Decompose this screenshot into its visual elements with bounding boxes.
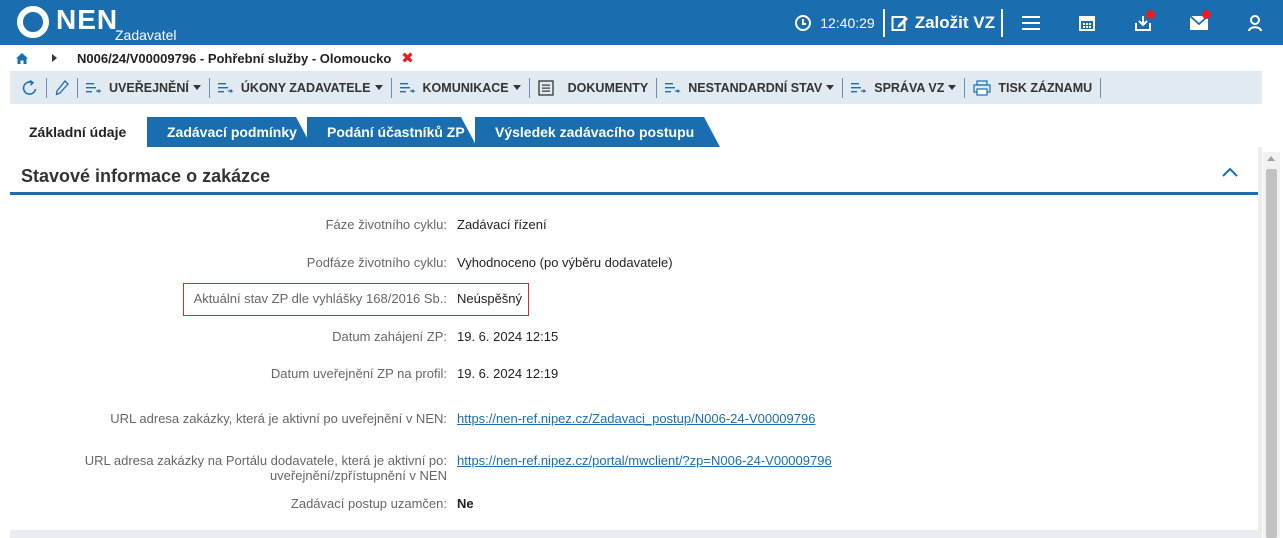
action-toolbar: UVEŘEJNĚNÍ ÚKONY ZADAVATELE KOMUNIKACE D…: [10, 71, 1262, 104]
panel-title: Stavové informace o zakázce: [21, 166, 271, 186]
tab-procedure-result[interactable]: Výsledek zadávacího postupu: [475, 117, 720, 147]
caret-down-icon: [948, 85, 957, 90]
tab-tender-conditions[interactable]: Zadávací podmínky: [147, 117, 312, 147]
toolbar-divider: [1100, 77, 1102, 98]
clock-icon: [795, 14, 812, 31]
field-value: 19. 6. 2024 12:19: [457, 366, 559, 381]
clock-time: 12:40:29: [820, 14, 875, 31]
role-label: Zadavatel: [115, 27, 177, 43]
breadcrumb-current[interactable]: N006/24/V00009796 - Pohřební služby - Ol…: [77, 51, 391, 66]
close-icon[interactable]: ✖: [401, 49, 414, 67]
caret-down-icon: [192, 85, 201, 90]
caret-down-icon: [512, 85, 521, 90]
caret-down-icon: [374, 85, 383, 90]
documents-button[interactable]: DOKUMENTY: [530, 71, 657, 104]
contracting-actions-label: ÚKONY ZADAVATELE: [240, 80, 371, 95]
field-label: Fáze životního cyklu:: [325, 217, 447, 232]
contract-management-menu[interactable]: SPRÁVA VZ: [843, 71, 964, 104]
list-actions-icon: [851, 82, 867, 93]
field-label: Zadávací postup uzamčen:: [290, 496, 447, 511]
tab-participant-submissions[interactable]: Podání účastníků ZP: [307, 117, 477, 147]
session-clock: 12:40:29: [795, 14, 875, 31]
field-label: Podfáze životního cyklu:: [306, 255, 447, 270]
brand-name: NEN: [56, 4, 119, 35]
field-label: Datum uveřejnění ZP na profil:: [270, 366, 447, 381]
list-actions-icon: [86, 82, 102, 93]
publication-label: UVEŘEJNĚNÍ: [109, 80, 189, 95]
tab-basic-info[interactable]: Základní údaje: [10, 117, 146, 147]
user-icon: [1248, 14, 1262, 31]
field-label: Aktuální stav ZP dle vyhlášky 168/2016 S…: [193, 291, 447, 306]
caret-down-icon: [826, 85, 835, 90]
edit-button[interactable]: [47, 71, 77, 104]
print-record-label: TISK ZÁZNAMU: [998, 80, 1093, 95]
field-label: URL adresa zakázky, která je aktivní po …: [110, 411, 447, 426]
refresh-icon: [22, 79, 37, 95]
mail-button[interactable]: [1171, 0, 1227, 45]
field-label-line1: URL adresa zakázky na Portálu dodavatele…: [84, 453, 447, 468]
breadcrumb: N006/24/V00009796 - Pohřební služby - Ol…: [0, 45, 1283, 71]
field-label: Datum zahájení ZP:: [332, 329, 447, 344]
edit-icon: [891, 15, 908, 31]
notification-badge: [1146, 10, 1155, 19]
vertical-scrollbar[interactable]: [1263, 152, 1280, 538]
printer-icon: [973, 79, 991, 96]
nen-logo[interactable]: NEN: [17, 4, 119, 38]
contracting-actions-menu[interactable]: ÚKONY ZADAVATELE: [210, 71, 391, 104]
contract-management-label: SPRÁVA VZ: [874, 80, 945, 95]
create-contract-button[interactable]: Založit VZ: [885, 13, 1001, 33]
list-actions-icon: [217, 82, 234, 93]
scroll-up-arrow-icon[interactable]: [1267, 156, 1275, 161]
refresh-button[interactable]: [10, 71, 46, 104]
calendar-button[interactable]: [1059, 0, 1115, 45]
nen-url-link[interactable]: https://nen-ref.nipez.cz/Zadavaci_postup…: [457, 411, 815, 426]
menu-icon: [1022, 15, 1040, 30]
nonstandard-state-label: NESTANDARDNÍ STAV: [688, 80, 823, 95]
chevron-right-icon: [52, 54, 57, 62]
panel-header: Stavové informace o zakázce: [10, 147, 1258, 195]
calendar-icon: [1079, 15, 1095, 31]
communication-label: KOMUNIKACE: [422, 80, 509, 95]
portal-url-link[interactable]: https://nen-ref.nipez.cz/portal/mwclient…: [457, 453, 832, 468]
list-actions-icon: [665, 82, 681, 93]
field-value: Ne: [457, 496, 474, 511]
status-info-panel: Stavové informace o zakázce Fáze životní…: [10, 147, 1258, 530]
tab-bar: Základní údaje Zadávací podmínky Podání …: [10, 117, 1262, 147]
list-actions-icon: [399, 82, 415, 93]
publication-menu[interactable]: UVEŘEJNĚNÍ: [78, 71, 209, 104]
user-button[interactable]: [1227, 0, 1283, 45]
document-icon: [537, 79, 554, 96]
create-contract-label: Založit VZ: [914, 12, 995, 32]
field-value: 19. 6. 2024 12:15: [457, 329, 559, 344]
print-record-button[interactable]: TISK ZÁZNAMU: [965, 71, 1100, 104]
logo-icon: [17, 6, 49, 38]
home-icon[interactable]: [16, 52, 28, 64]
nonstandard-state-menu[interactable]: NESTANDARDNÍ STAV: [657, 71, 842, 104]
documents-label: DOKUMENTY: [567, 80, 649, 95]
inbox-button[interactable]: [1115, 0, 1171, 45]
chevron-up-icon[interactable]: [1222, 165, 1238, 181]
field-value: Zadávací řízení: [457, 217, 547, 232]
communication-menu[interactable]: KOMUNIKACE: [392, 71, 529, 104]
field-value: Neúspěšný: [457, 291, 523, 306]
notification-badge: [1202, 10, 1211, 19]
menu-button[interactable]: [1003, 0, 1059, 45]
pencil-icon: [55, 79, 69, 96]
field-value: Vyhodnoceno (po výběru dodavatele): [457, 255, 673, 270]
field-label-line2: uveřejnění/zpřístupnění v NEN: [269, 468, 447, 483]
top-bar: NEN Zadavatel 12:40:29 Založit VZ: [0, 0, 1283, 45]
scrollbar-thumb[interactable]: [1266, 169, 1277, 538]
